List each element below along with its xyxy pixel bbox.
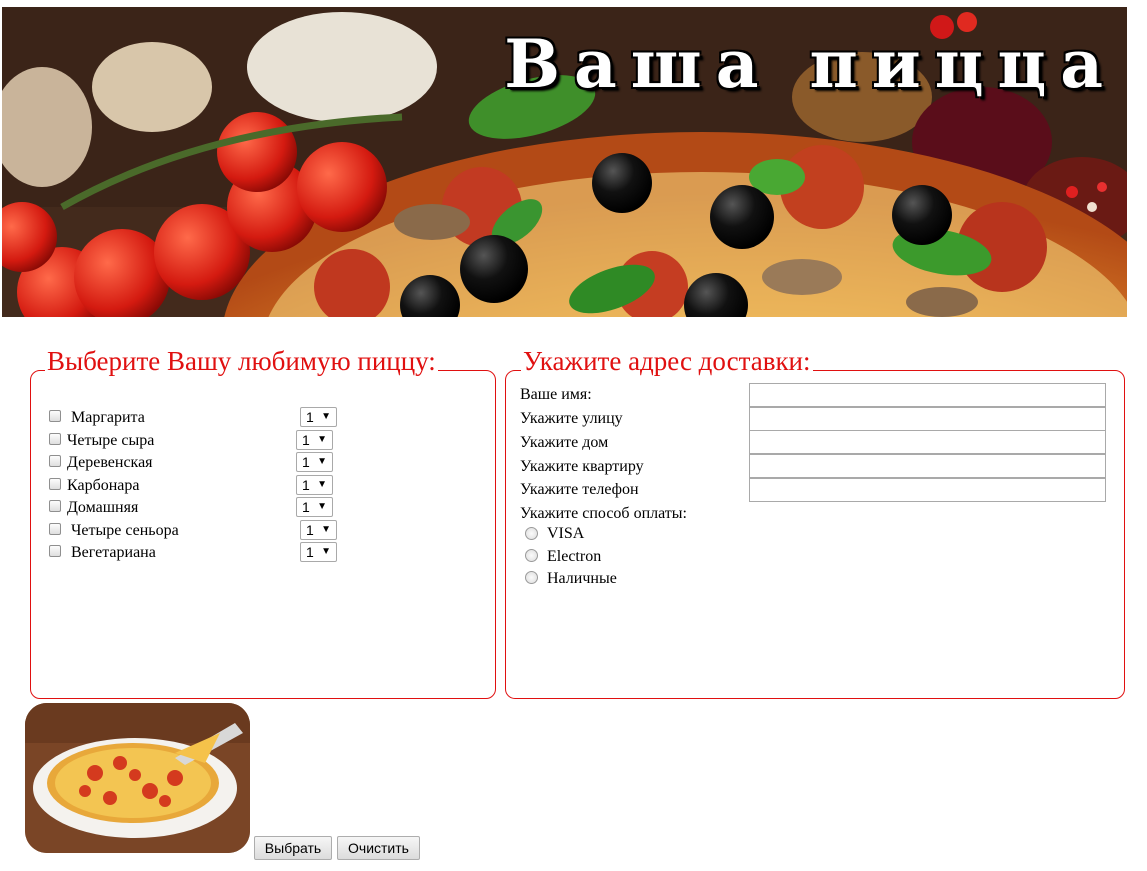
pizza-item: Маргарита 1 ▼	[49, 407, 369, 428]
apartment-label: Укажите квартиру	[520, 458, 644, 475]
pizza-item: Вегетариана 1 ▼	[49, 542, 369, 563]
pizza-name: Маргарита	[71, 409, 145, 426]
clear-button[interactable]: Очистить	[337, 836, 420, 860]
pizza-quantity-select[interactable]: 1 ▼	[300, 520, 337, 540]
pizza-name: Карбонара	[67, 477, 140, 494]
street-input[interactable]	[749, 407, 1106, 431]
address-section-legend: Укажите адрес доставки:	[521, 346, 813, 377]
apartment-input[interactable]	[749, 454, 1106, 478]
delivery-address-fieldset: Укажите адрес доставки: Ваше имя: Укажит…	[505, 346, 1125, 699]
header-banner: Ваша пицца	[2, 7, 1127, 317]
house-label: Укажите дом	[520, 434, 609, 451]
phone-label: Укажите телефон	[520, 481, 639, 498]
dropdown-arrow-icon: ▼	[321, 524, 331, 535]
pizza-name: Вегетариана	[71, 544, 156, 561]
payment-radio-electron[interactable]	[525, 549, 538, 562]
dropdown-arrow-icon: ▼	[317, 479, 327, 490]
name-input[interactable]	[749, 383, 1106, 407]
dropdown-arrow-icon: ▼	[321, 546, 331, 557]
pizza-item: Четыре сыра 1 ▼	[49, 430, 369, 451]
pizza-plate-image	[25, 703, 250, 853]
pizza-quantity-select[interactable]: 1 ▼	[300, 407, 337, 427]
payment-option-cash: Наличные	[547, 570, 617, 587]
payment-method-label: Укажите способ оплаты:	[520, 505, 687, 522]
pizza-quantity-select[interactable]: 1 ▼	[296, 452, 333, 472]
house-input[interactable]	[749, 430, 1106, 454]
pizza-checkbox[interactable]	[49, 545, 61, 557]
phone-input[interactable]	[749, 478, 1106, 502]
pizza-checkbox[interactable]	[49, 410, 61, 422]
dropdown-arrow-icon: ▼	[317, 456, 327, 467]
pizza-checkbox[interactable]	[49, 500, 61, 512]
select-button[interactable]: Выбрать	[254, 836, 332, 860]
dropdown-arrow-icon: ▼	[317, 434, 327, 445]
dropdown-arrow-icon: ▼	[317, 501, 327, 512]
payment-option-electron: Electron	[547, 548, 602, 565]
dropdown-arrow-icon: ▼	[321, 411, 331, 422]
payment-radio-cash[interactable]	[525, 571, 538, 584]
pizza-name: Четыре сыра	[67, 432, 155, 449]
payment-radio-visa[interactable]	[525, 527, 538, 540]
pizza-item: Карбонара 1 ▼	[49, 475, 369, 496]
pizza-photo	[25, 703, 250, 853]
pizza-checkbox[interactable]	[49, 455, 61, 467]
pizza-checkbox[interactable]	[49, 433, 61, 445]
pizza-quantity-select[interactable]: 1 ▼	[296, 497, 333, 517]
pizza-quantity-select[interactable]: 1 ▼	[296, 430, 333, 450]
site-title: Ваша пицца	[504, 25, 1117, 103]
payment-option-visa: VISA	[547, 525, 585, 542]
pizza-quantity-select[interactable]: 1 ▼	[296, 475, 333, 495]
pizza-item: Домашняя 1 ▼	[49, 497, 369, 518]
pizza-name: Домашняя	[67, 499, 139, 516]
pizza-checkbox[interactable]	[49, 478, 61, 490]
pizza-quantity-select[interactable]: 1 ▼	[300, 542, 337, 562]
pizza-selection-fieldset: Выберите Вашу любимую пиццу: Маргарита 1…	[30, 346, 496, 699]
pizza-name: Четыре сеньора	[71, 522, 179, 539]
pizza-checkbox[interactable]	[49, 523, 61, 535]
street-label: Укажите улицу	[520, 410, 623, 427]
pizza-name: Деревенская	[67, 454, 153, 471]
name-label: Ваше имя:	[520, 386, 592, 403]
pizza-item: Деревенская 1 ▼	[49, 452, 369, 473]
pizza-section-legend: Выберите Вашу любимую пиццу:	[45, 346, 438, 377]
pizza-item: Четыре сеньора 1 ▼	[49, 520, 369, 541]
